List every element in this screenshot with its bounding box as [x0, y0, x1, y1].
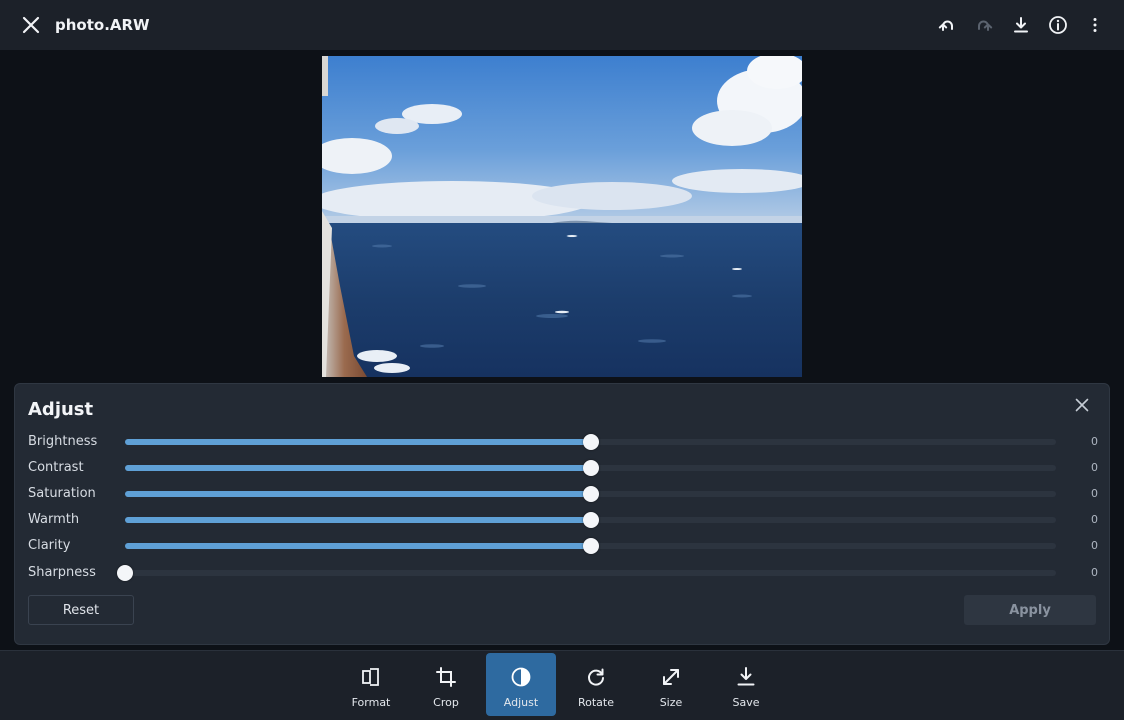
slider-saturation: Saturation 0 — [28, 482, 1098, 506]
image-canvas — [0, 50, 1124, 382]
top-bar: photo.ARW — [0, 0, 1124, 50]
slider-label: Clarity — [28, 538, 71, 553]
clarity-thumb[interactable] — [583, 538, 599, 554]
slider-value: 0 — [1091, 513, 1098, 526]
format-icon — [362, 668, 379, 686]
ocean-photo — [322, 56, 802, 377]
reset-button[interactable]: Reset — [28, 595, 134, 625]
warmth-track[interactable] — [125, 512, 1056, 528]
slider-value: 0 — [1091, 435, 1098, 448]
panel-close-button[interactable] — [1069, 392, 1095, 418]
header-actions — [932, 10, 1110, 40]
panel-title: Adjust — [28, 399, 94, 420]
tool-label: Crop — [433, 696, 459, 709]
more-button[interactable] — [1080, 10, 1110, 40]
download-button[interactable] — [1006, 10, 1036, 40]
brightness-fill — [125, 439, 591, 445]
slider-value: 0 — [1091, 566, 1098, 579]
apply-button[interactable]: Apply — [964, 595, 1096, 625]
contrast-thumb[interactable] — [583, 460, 599, 476]
bottom-toolbar: Format Crop Adjust Rotate Size Save — [0, 650, 1124, 720]
warmth-fill — [125, 517, 591, 523]
clarity-track[interactable] — [125, 538, 1056, 554]
slider-value: 0 — [1091, 539, 1098, 552]
tool-adjust[interactable]: Adjust — [486, 653, 556, 716]
resize-icon — [663, 669, 679, 685]
slider-contrast: Contrast 0 — [28, 456, 1098, 480]
tool-label: Adjust — [503, 696, 539, 709]
slider-sharpness: Sharpness 0 — [28, 561, 1098, 585]
slider-label: Brightness — [28, 434, 98, 449]
brightness-thumb[interactable] — [583, 434, 599, 450]
saturation-thumb[interactable] — [583, 486, 599, 502]
redo-button[interactable] — [969, 10, 999, 40]
download-icon — [1014, 17, 1028, 33]
tool-save[interactable]: Save — [711, 653, 781, 716]
warmth-thumb[interactable] — [583, 512, 599, 528]
saturation-track[interactable] — [125, 486, 1056, 502]
tool-label: Save — [732, 696, 760, 709]
undo-icon — [938, 20, 953, 31]
sharpness-track[interactable] — [117, 565, 1056, 581]
tool-crop[interactable]: Crop — [411, 653, 481, 716]
slider-label: Warmth — [28, 512, 80, 527]
tool-list: Format Crop Adjust Rotate Size Save — [336, 653, 781, 716]
slider-label: Sharpness — [28, 565, 96, 580]
tool-label: Size — [659, 696, 683, 709]
photo-preview[interactable] — [322, 56, 802, 377]
tool-rotate[interactable]: Rotate — [561, 653, 631, 716]
clarity-fill — [125, 543, 591, 549]
contrast-track[interactable] — [125, 460, 1056, 476]
file-title: photo.ARW — [55, 16, 150, 34]
close-icon — [22, 16, 40, 34]
info-button[interactable] — [1043, 10, 1073, 40]
brightness-track[interactable] — [125, 434, 1056, 450]
slider-warmth: Warmth 0 — [28, 508, 1098, 532]
slider-value: 0 — [1091, 461, 1098, 474]
close-button[interactable] — [16, 10, 46, 40]
tool-label: Rotate — [577, 696, 614, 709]
tool-format[interactable]: Format — [336, 653, 406, 716]
slider-label: Contrast — [28, 460, 84, 475]
contrast-fill — [125, 465, 591, 471]
slider-value: 0 — [1091, 487, 1098, 500]
slider-clarity: Clarity 0 — [28, 534, 1098, 558]
saturation-fill — [125, 491, 591, 497]
info-icon — [1049, 16, 1067, 34]
rotate-icon — [588, 668, 604, 686]
undo-button[interactable] — [932, 10, 962, 40]
more-vert-icon — [1093, 18, 1097, 32]
tool-size[interactable]: Size — [636, 653, 706, 716]
crop-icon — [436, 667, 456, 687]
close-icon — [1075, 398, 1089, 412]
redo-icon — [978, 20, 993, 31]
adjust-panel: Adjust Brightness 0 Contrast 0 Saturatio… — [14, 383, 1110, 645]
slider-label: Saturation — [28, 486, 96, 501]
contrast-icon — [511, 667, 531, 687]
save-icon — [737, 667, 755, 686]
slider-brightness: Brightness 0 — [28, 430, 1098, 454]
tool-label: Format — [351, 696, 391, 709]
sharpness-thumb[interactable] — [117, 565, 133, 581]
